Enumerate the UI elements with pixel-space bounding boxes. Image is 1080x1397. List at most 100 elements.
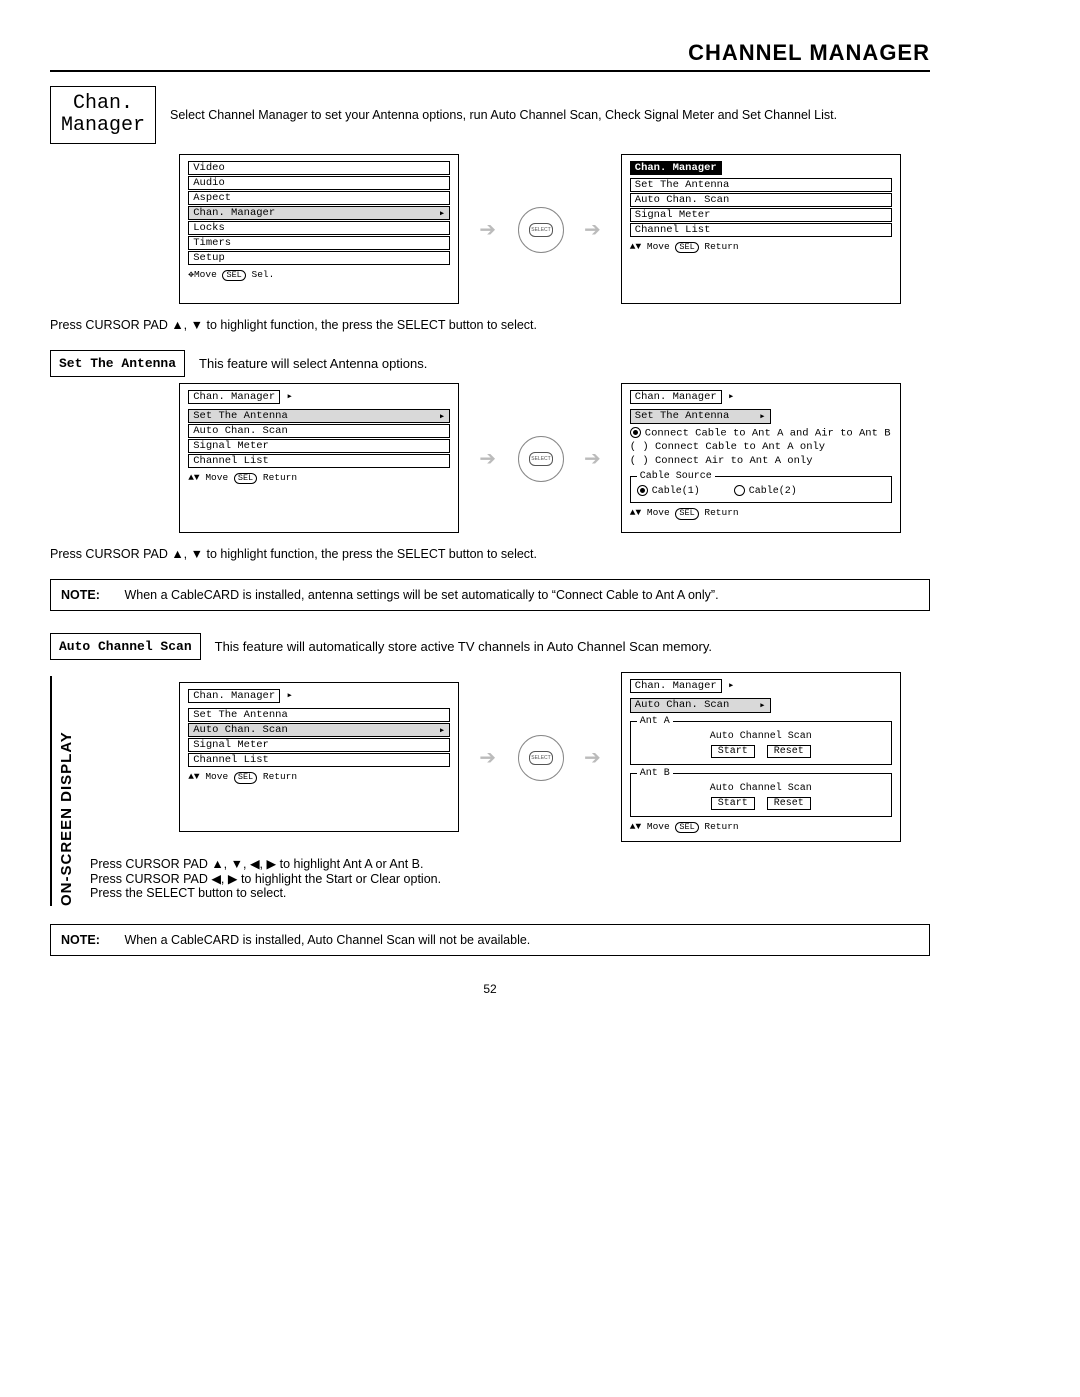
arrow-right-icon: ➔ (584, 446, 601, 471)
heading-line-1: Chan. (61, 93, 145, 115)
auto-channel-scan-label-box: Auto Channel Scan (50, 633, 201, 660)
expand-icon: ▸ (728, 391, 734, 403)
expand-icon: ▸ (439, 410, 445, 423)
sel-pill-icon: SEL (675, 508, 698, 519)
menu-item-highlighted: Auto Chan. Scan▸ (630, 698, 771, 713)
screen-title: Chan. Manager (630, 679, 722, 693)
select-pad-icon: SELECT (516, 733, 564, 781)
menu-item: Setup (188, 251, 450, 265)
ant-b-fieldset: Ant B Auto Channel Scan Start Reset (630, 768, 892, 817)
start-button: Start (711, 745, 755, 758)
reset-button: Reset (767, 745, 811, 758)
select-pad-icon: SELECT (516, 205, 564, 253)
instruction-line: Press CURSOR PAD ▲, ▼, ◀, ▶ to highlight… (90, 856, 930, 871)
scan-title: Auto Channel Scan (637, 731, 885, 742)
instruction-text: Press CURSOR PAD ▲, ▼ to highlight funct… (50, 318, 930, 332)
radio-icon (630, 427, 641, 438)
screen-title: Chan. Manager (630, 161, 722, 175)
cable-source-legend: Cable Source (637, 471, 715, 482)
set-antenna-screen: Chan. Manager ▸ Set The Antenna▸ Connect… (621, 383, 901, 533)
screens-row-2: Chan. Manager ▸ Set The Antenna▸ Auto Ch… (150, 383, 930, 533)
cable-source-fieldset: Cable Source Cable(1) Cable(2) (630, 471, 892, 503)
expand-icon: ▸ (759, 410, 765, 423)
screens-row-1: Video Audio Aspect Chan. Manager▸ Locks … (150, 154, 930, 304)
screen-title: Chan. Manager (630, 390, 722, 404)
set-antenna-desc: This feature will select Antenna options… (199, 356, 427, 371)
arrow-right-icon: ➔ (584, 217, 601, 242)
menu-item: Set The Antenna (630, 178, 892, 192)
arrow-right-icon: ➔ (584, 745, 601, 770)
sel-pill-icon: SEL (675, 242, 698, 253)
chan-manager-menu-screen: Chan. Manager Set The Antenna Auto Chan.… (621, 154, 901, 304)
heading-line-2: Manager (61, 115, 145, 137)
updown-icon: ▲▼ (188, 472, 199, 483)
menu-item: Channel List (188, 454, 450, 468)
radio-icon (734, 485, 745, 496)
antenna-option: Connect Cable to Ant A and Air to Ant B (630, 427, 892, 439)
sel-pill-icon: SEL (675, 822, 698, 833)
arrow-right-icon: ➔ (479, 217, 496, 242)
chan-manager-heading-box: Chan. Manager (50, 86, 156, 144)
note-text: When a CableCARD is installed, antenna s… (124, 588, 718, 602)
menu-item: Video (188, 161, 450, 175)
instruction-block: Press CURSOR PAD ▲, ▼, ◀, ▶ to highlight… (90, 856, 930, 900)
ant-a-legend: Ant A (637, 716, 673, 727)
menu-item: Locks (188, 221, 450, 235)
chan-manager-menu-screen: Chan. Manager ▸ Set The Antenna▸ Auto Ch… (179, 383, 459, 533)
screens-row-3: Chan. Manager ▸ Set The Antenna Auto Cha… (150, 672, 930, 842)
auto-channel-scan-desc: This feature will automatically store ac… (215, 639, 712, 654)
screen-footer-hint: ▲▼ Move SEL Return (630, 507, 892, 519)
note-box: NOTE: When a CableCARD is installed, ant… (50, 579, 930, 611)
set-antenna-label-box: Set The Antenna (50, 350, 185, 377)
menu-item: Timers (188, 236, 450, 250)
instruction-text: Press CURSOR PAD ▲, ▼ to highlight funct… (50, 547, 930, 561)
radio-icon (637, 485, 648, 496)
note-text: When a CableCARD is installed, Auto Chan… (124, 933, 530, 947)
expand-icon: ▸ (439, 724, 445, 737)
instruction-line: Press CURSOR PAD ◀, ▶ to highlight the S… (90, 871, 930, 886)
page-number: 52 (50, 982, 930, 996)
screen-title: Chan. Manager (188, 689, 280, 703)
note-box: NOTE: When a CableCARD is installed, Aut… (50, 924, 930, 956)
menu-item: Channel List (630, 223, 892, 237)
menu-item: Auto Chan. Scan (630, 193, 892, 207)
paren-icon: ( ) (630, 441, 649, 453)
screen-title: Chan. Manager (188, 390, 280, 404)
updown-icon: ▲▼ (630, 241, 641, 252)
screen-footer-hint: ▲▼ Move SEL Return (630, 821, 892, 833)
ant-a-fieldset: Ant A Auto Channel Scan Start Reset (630, 716, 892, 765)
screen-footer-hint: ▲▼ Move SEL Return (630, 241, 892, 253)
menu-item-highlighted: Auto Chan. Scan▸ (188, 723, 450, 737)
menu-item: Signal Meter (188, 439, 450, 453)
expand-icon: ▸ (759, 699, 765, 712)
screen-footer-hint: ✥Move SEL Sel. (188, 269, 450, 281)
select-pad-icon: SELECT (516, 434, 564, 482)
scan-title: Auto Channel Scan (637, 783, 885, 794)
updown-icon: ▲▼ (188, 771, 199, 782)
main-menu-screen: Video Audio Aspect Chan. Manager▸ Locks … (179, 154, 459, 304)
sel-pill-icon: SEL (234, 772, 257, 783)
screen-footer-hint: ▲▼ Move SEL Return (188, 771, 450, 783)
expand-icon: ▸ (286, 690, 292, 702)
menu-item: Audio (188, 176, 450, 190)
expand-icon: ▸ (728, 680, 734, 692)
updown-icon: ▲▼ (630, 507, 641, 518)
menu-item: Channel List (188, 753, 450, 767)
menu-item-highlighted: Set The Antenna▸ (630, 409, 771, 424)
arrow-right-icon: ➔ (479, 446, 496, 471)
expand-icon: ▸ (286, 391, 292, 403)
page-title: CHANNEL MANAGER (50, 40, 930, 72)
paren-icon: ( ) (630, 455, 649, 467)
menu-item-highlighted: Chan. Manager▸ (188, 206, 450, 220)
intro-text: Select Channel Manager to set your Anten… (170, 108, 930, 122)
expand-icon: ▸ (439, 207, 445, 220)
antenna-option: ( ) Connect Cable to Ant A only (630, 441, 892, 453)
menu-item: Aspect (188, 191, 450, 205)
screen-footer-hint: ▲▼ Move SEL Return (188, 472, 450, 484)
menu-item: Signal Meter (630, 208, 892, 222)
note-label: NOTE: (61, 588, 121, 602)
on-screen-display-side-label: ON-SCREEN DISPLAY (50, 676, 75, 906)
ant-b-legend: Ant B (637, 768, 673, 779)
chan-manager-menu-screen: Chan. Manager ▸ Set The Antenna Auto Cha… (179, 682, 459, 832)
updown-icon: ▲▼ (630, 821, 641, 832)
